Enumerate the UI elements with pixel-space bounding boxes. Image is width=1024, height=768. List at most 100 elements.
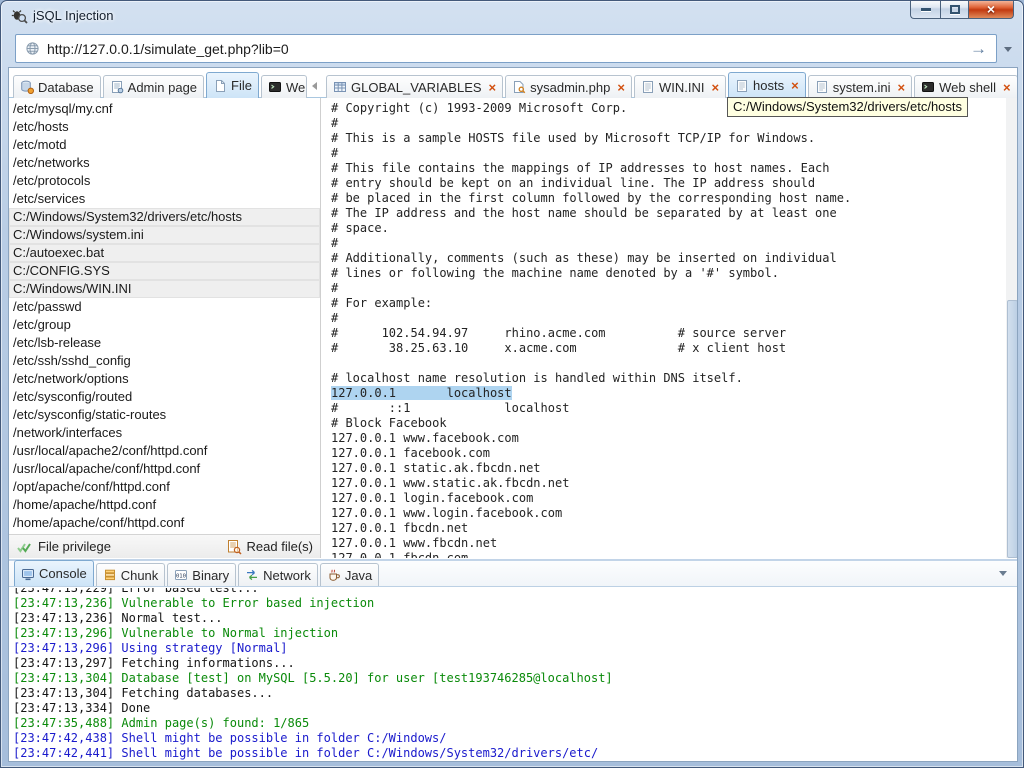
file-list-item[interactable]: /etc/network/options (9, 370, 320, 388)
file-list-item[interactable]: /usr/local/apache2/conf/httpd.conf (9, 442, 320, 460)
tab-label: Web shell (939, 79, 996, 95)
go-arrow-icon[interactable]: → (970, 40, 987, 57)
file-privilege-label: File privilege (38, 539, 111, 554)
tab-web-shell[interactable]: Web shell × (914, 75, 1017, 98)
file-list-item[interactable]: /etc/lsb-release (9, 334, 320, 352)
hosts-line: # (331, 281, 339, 295)
close-button[interactable]: × (969, 1, 1014, 19)
file-list-item[interactable]: /etc/motd (9, 136, 320, 154)
hosts-file-viewer[interactable]: # Copyright (c) 1993-2009 Microsoft Corp… (326, 98, 1017, 558)
file-list-item[interactable]: C:/Windows/WIN.INI (9, 280, 320, 298)
file-list-item[interactable]: /home/apache/httpd.conf (9, 496, 320, 514)
tab-system-ini[interactable]: system.ini × (807, 75, 913, 98)
hosts-line (331, 356, 1004, 371)
file-list-item[interactable]: C:/autoexec.bat (9, 244, 320, 262)
tab-admin-page[interactable]: Admin page (102, 75, 205, 98)
tab-file[interactable]: File (206, 72, 259, 98)
hosts-line: 127.0.0.1 www.fbcdn.net (331, 536, 498, 550)
hosts-line: # (331, 236, 339, 250)
tab-label: Admin page (127, 79, 198, 95)
file-list[interactable]: /etc/mysql/my.cnf/etc/hosts/etc/motd/etc… (9, 98, 320, 534)
console-dropdown-icon[interactable] (999, 571, 1007, 576)
minimize-icon (920, 7, 931, 11)
url-input[interactable] (47, 40, 963, 57)
titlebar[interactable]: jSQL Injection × (1, 1, 1023, 30)
file-list-item[interactable]: C:/Windows/system.ini (9, 226, 320, 244)
left-tab-strip: Database Admin page File We (13, 72, 322, 98)
hosts-line: # localhost name resolution is handled w… (331, 371, 743, 385)
scrollbar-thumb[interactable] (1007, 300, 1017, 558)
tab-binary[interactable]: 010 Binary (167, 563, 237, 586)
tab-scroll-left-icon[interactable] (312, 82, 317, 90)
hosts-line: # The IP address and the host name shoul… (331, 206, 837, 220)
file-list-item[interactable]: /etc/sysconfig/static-routes (9, 406, 320, 424)
hosts-line: # Additionally, comments (such as these)… (331, 251, 837, 265)
tab-java[interactable]: Java (319, 563, 380, 586)
hosts-line: # (331, 311, 339, 325)
console-icon (21, 567, 35, 581)
text-file-icon (735, 79, 749, 93)
file-list-item[interactable]: /etc/sysconfig/routed (9, 388, 320, 406)
privilege-check-icon (16, 540, 32, 554)
hosts-line: # For example: (331, 296, 433, 310)
tab-label: Binary (192, 567, 230, 583)
file-list-item[interactable]: /etc/hosts (9, 118, 320, 136)
close-tab-icon[interactable]: × (898, 81, 906, 94)
file-list-item[interactable]: /etc/passwd (9, 298, 320, 316)
svg-text:010: 010 (176, 573, 186, 579)
close-tab-icon[interactable]: × (617, 81, 625, 94)
hosts-line: # space. (331, 221, 389, 235)
url-dropdown-icon[interactable] (1004, 47, 1012, 52)
read-files-label: Read file(s) (246, 539, 313, 554)
tab-we[interactable]: We (261, 75, 307, 98)
tab-label: sysadmin.php (530, 79, 611, 95)
file-list-item[interactable]: /etc/group (9, 316, 320, 334)
close-tab-icon[interactable]: × (791, 79, 799, 92)
file-list-item[interactable]: /etc/protocols (9, 172, 320, 190)
hosts-line: # (331, 116, 339, 130)
tab-label: Network (263, 567, 311, 583)
console-pane[interactable]: [23:47:13,229] Error based test... [23:47… (9, 588, 1017, 761)
text-file-icon (641, 80, 655, 94)
maximize-button[interactable] (940, 1, 969, 19)
file-list-item[interactable]: /etc/mysql/my.cnf (9, 100, 320, 118)
console-line: [23:47:13,304] Fetching databases... (13, 686, 274, 700)
file-list-item[interactable]: C:/CONFIG.SYS (9, 262, 320, 280)
tab-chunk[interactable]: Chunk (95, 563, 166, 586)
maximize-icon (949, 4, 960, 14)
tab-console[interactable]: Console (14, 560, 94, 586)
tab-label: We (286, 79, 306, 95)
tab-win-ini[interactable]: WIN.INI × (633, 75, 727, 98)
tab-database[interactable]: Database (13, 75, 101, 98)
file-list-item[interactable]: /etc/ssh/sshd_config (9, 352, 320, 370)
console-line: [23:47:13,296] Using strategy [Normal] (13, 641, 288, 655)
tab-network[interactable]: Network (238, 563, 318, 586)
php-file-icon (512, 80, 526, 94)
minimize-button[interactable] (910, 1, 940, 19)
right-tab-strip: GLOBAL_VARIABLES × sysadmin.php × WIN.INI × ho… (326, 72, 1017, 98)
console-line: [23:47:42,441] Shell might be possible i… (13, 746, 599, 760)
tab-hosts[interactable]: hosts × (728, 72, 806, 98)
read-files-button[interactable]: Read file(s) (226, 539, 313, 555)
hosts-line: 127.0.0.1 www.static.ak.fbcdn.net (331, 476, 570, 490)
file-list-item[interactable]: /usr/local/apache/conf/httpd.conf (9, 460, 320, 478)
console-line: [23:47:13,304] Database [test] on MySQL … (13, 671, 613, 685)
file-list-item[interactable]: C:/Windows/System32/drivers/etc/hosts (9, 208, 320, 226)
tab-sysadmin-php[interactable]: sysadmin.php × (505, 75, 632, 98)
tab-label: Database (38, 79, 94, 95)
close-tab-icon[interactable]: × (711, 81, 719, 94)
address-bar: → (15, 34, 997, 63)
hosts-line: # 102.54.94.97 rhino.acme.com # source s… (331, 326, 787, 340)
hosts-line: 127.0.0.1 fbcdn.net (331, 521, 469, 535)
file-list-item[interactable]: /etc/services (9, 190, 320, 208)
close-tab-icon[interactable]: × (1003, 81, 1011, 94)
close-tab-icon[interactable]: × (489, 81, 497, 94)
file-list-item[interactable]: /opt/apache/conf/httpd.conf (9, 478, 320, 496)
file-list-item[interactable]: /home/apache/conf/httpd.conf (9, 514, 320, 532)
main-panel: Database Admin page File We GLOBAL_VARIABLE… (8, 67, 1018, 762)
file-privilege-status: File privilege (16, 539, 111, 554)
vertical-scrollbar[interactable] (1006, 98, 1017, 558)
tab-global-variables[interactable]: GLOBAL_VARIABLES × (326, 75, 504, 98)
file-list-item[interactable]: /network/interfaces (9, 424, 320, 442)
file-list-item[interactable]: /etc/networks (9, 154, 320, 172)
